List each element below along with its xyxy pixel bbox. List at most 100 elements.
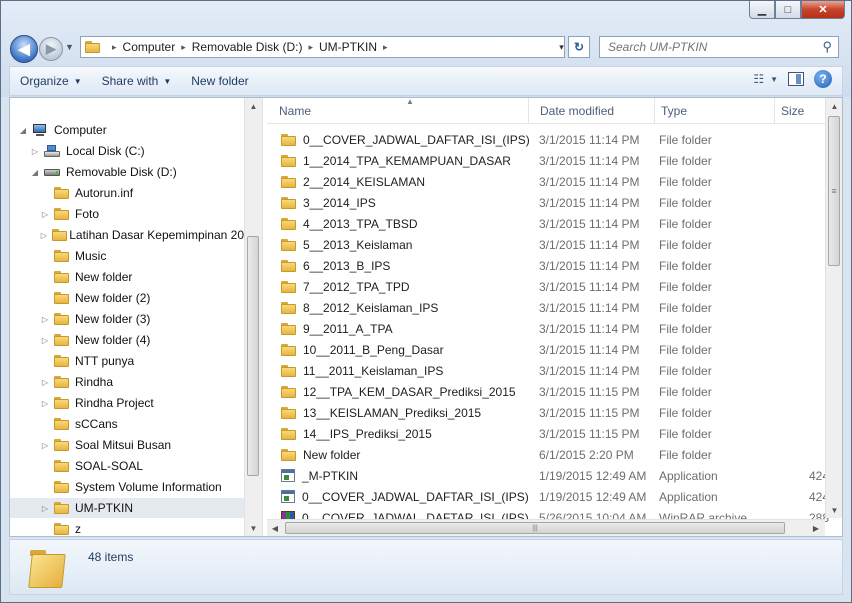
- file-row[interactable]: 3__2014_IPS 3/1/2015 11:14 PM File folder: [267, 192, 827, 213]
- nav-item[interactable]: ▷ Soal Mitsui Busan: [10, 435, 244, 455]
- breadcrumb-um-ptkin[interactable]: UM-PTKIN: [319, 40, 377, 54]
- nav-item[interactable]: ◢ Computer: [10, 120, 244, 140]
- nav-item[interactable]: z: [10, 519, 244, 536]
- scrollbar-thumb[interactable]: ≡: [828, 116, 840, 266]
- scroll-left-arrow[interactable]: ◀: [267, 520, 283, 536]
- nav-item[interactable]: Music: [10, 246, 244, 266]
- nav-item[interactable]: New folder (2): [10, 288, 244, 308]
- file-row[interactable]: 12__TPA_KEM_DASAR_Prediksi_2015 3/1/2015 …: [267, 381, 827, 402]
- nav-item[interactable]: ◢ Removable Disk (D:): [10, 162, 244, 182]
- change-view-button[interactable]: ☷ ▼: [753, 72, 778, 86]
- preview-pane-icon[interactable]: [788, 72, 804, 86]
- address-dropdown[interactable]: ▾: [555, 36, 568, 58]
- share-with-button[interactable]: Share with ▼: [92, 67, 182, 95]
- horizontal-scrollbar-thumb[interactable]: |||: [285, 522, 785, 534]
- expand-toggle-icon[interactable]: ▷: [40, 210, 50, 219]
- scroll-down-arrow[interactable]: ▼: [826, 502, 842, 518]
- file-row[interactable]: 6__2013_B_IPS 3/1/2015 11:14 PM File folde…: [267, 255, 827, 276]
- recent-pages-dropdown[interactable]: ▼: [65, 42, 74, 52]
- breadcrumb-separator[interactable]: ▸: [383, 42, 388, 53]
- expand-toggle-icon[interactable]: ▷: [40, 231, 48, 240]
- file-name-cell: 9__2011_A_TPA: [281, 318, 543, 339]
- file-row[interactable]: 1__2014_TPA_KEMAMPUAN_DASAR 3/1/2015 11:1…: [267, 150, 827, 171]
- file-row[interactable]: 13__KEISLAMAN_Prediksi_2015 3/1/2015 11:1…: [267, 402, 827, 423]
- expand-toggle-icon[interactable]: ▷: [40, 336, 50, 345]
- column-name-label: Name: [279, 103, 312, 118]
- organize-button[interactable]: Organize ▼: [10, 67, 92, 95]
- expand-toggle-icon[interactable]: ▷: [40, 378, 50, 387]
- breadcrumb-separator[interactable]: ▸: [308, 42, 313, 53]
- expand-toggle-icon[interactable]: ▷: [30, 147, 40, 156]
- folder-icon: [54, 460, 69, 472]
- search-box[interactable]: ⚲: [599, 36, 839, 58]
- back-button[interactable]: ◀: [10, 35, 38, 63]
- refresh-button[interactable]: ↻: [568, 36, 590, 58]
- expand-toggle-icon[interactable]: ◢: [30, 168, 40, 177]
- help-icon[interactable]: ?: [814, 70, 832, 88]
- scroll-up-arrow[interactable]: ▲: [245, 98, 262, 114]
- file-name-cell: 2__2014_KEISLAMAN: [281, 171, 543, 192]
- file-list-scrollbar[interactable]: ▲ ≡ ▼: [825, 98, 842, 518]
- nav-item-label: Foto: [75, 207, 100, 221]
- close-button[interactable]: ✕: [801, 1, 845, 19]
- nav-item[interactable]: System Volume Information: [10, 477, 244, 497]
- scroll-up-arrow[interactable]: ▲: [826, 98, 842, 114]
- nav-item[interactable]: sCCans: [10, 414, 244, 434]
- search-input[interactable]: [606, 39, 820, 55]
- nav-item[interactable]: ▷ Rindha: [10, 372, 244, 392]
- column-type[interactable]: Type: [655, 98, 775, 123]
- nav-item[interactable]: ▷ New folder (4): [10, 330, 244, 350]
- file-row[interactable]: _M-PTKIN 1/19/2015 12:49 AM Application 424: [267, 465, 829, 486]
- navigation-scrollbar[interactable]: ▲ ▼: [244, 98, 262, 536]
- nav-item-label: NTT punya: [75, 354, 135, 368]
- file-row[interactable]: 8__2012_Keislaman_IPS 3/1/2015 11:14 PM Fi…: [267, 297, 827, 318]
- breadcrumb-separator[interactable]: ▸: [112, 42, 117, 53]
- breadcrumb-removable-disk[interactable]: Removable Disk (D:): [192, 40, 303, 54]
- maximize-button[interactable]: □: [775, 1, 801, 19]
- scrollbar-thumb[interactable]: [247, 236, 259, 476]
- expand-toggle-icon[interactable]: ▷: [40, 315, 50, 324]
- nav-item[interactable]: ▷ Foto: [10, 204, 244, 224]
- nav-item[interactable]: New folder: [10, 267, 244, 287]
- search-icon[interactable]: ⚲: [822, 39, 832, 55]
- expand-toggle-icon[interactable]: ▷: [40, 399, 50, 408]
- address-bar[interactable]: ▸ Computer ▸ Removable Disk (D:) ▸ UM-PT…: [80, 36, 565, 58]
- new-folder-button[interactable]: New folder: [181, 67, 258, 95]
- file-row[interactable]: 11__2011_Keislaman_IPS 3/1/2015 11:14 PM F…: [267, 360, 827, 381]
- minimize-button[interactable]: ▁: [749, 1, 775, 19]
- nav-item[interactable]: Autorun.inf: [10, 183, 244, 203]
- forward-button[interactable]: ▶: [39, 37, 63, 61]
- file-name-cell: 12__TPA_KEM_DASAR_Prediksi_2015: [281, 381, 543, 402]
- scroll-down-arrow[interactable]: ▼: [245, 520, 262, 536]
- file-row[interactable]: 9__2011_A_TPA 3/1/2015 11:14 PM File folde…: [267, 318, 827, 339]
- breadcrumb-separator[interactable]: ▸: [181, 42, 186, 53]
- nav-item[interactable]: SOAL-SOAL: [10, 456, 244, 476]
- column-date-modified[interactable]: Date modified: [534, 98, 655, 123]
- scroll-right-arrow[interactable]: ▶: [808, 520, 824, 536]
- expand-toggle-icon[interactable]: ▷: [40, 441, 50, 450]
- file-row[interactable]: 0__COVER_JADWAL_DAFTAR_ISI_(IPS) 3/1/2015…: [267, 129, 827, 150]
- file-date-modified: 3/1/2015 11:14 PM: [539, 195, 640, 210]
- nav-item[interactable]: ▷ Latihan Dasar Kepemimpinan 20: [10, 225, 244, 245]
- file-row[interactable]: New folder 6/1/2015 2:20 PM File folder: [267, 444, 827, 465]
- nav-item[interactable]: NTT punya: [10, 351, 244, 371]
- nav-item[interactable]: ▷ UM-PTKIN: [10, 498, 244, 518]
- breadcrumb: ▸ Computer ▸ Removable Disk (D:) ▸ UM-PT…: [106, 40, 394, 54]
- file-row[interactable]: 10__2011_B_Peng_Dasar 3/1/2015 11:14 PM Fi…: [267, 339, 827, 360]
- horizontal-scrollbar[interactable]: ◀ ||| ▶: [267, 519, 825, 536]
- file-type: File folder: [659, 237, 712, 252]
- nav-item[interactable]: ▷ New folder (3): [10, 309, 244, 329]
- file-row[interactable]: 0__COVER_JADWAL_DAFTAR_ISI_(IPS) 1/19/201…: [267, 486, 829, 507]
- file-row[interactable]: 2__2014_KEISLAMAN 3/1/2015 11:14 PM File f…: [267, 171, 827, 192]
- file-row[interactable]: 7__2012_TPA_TPD 3/1/2015 11:14 PM File fol…: [267, 276, 827, 297]
- file-row[interactable]: 4__2013_TPA_TBSD 3/1/2015 11:14 PM File fo…: [267, 213, 827, 234]
- nav-item-label: Rindha: [75, 375, 114, 389]
- expand-toggle-icon[interactable]: ▷: [40, 504, 50, 513]
- nav-item[interactable]: ▷ Rindha Project: [10, 393, 244, 413]
- file-row[interactable]: 14__IPS_Prediksi_2015 3/1/2015 11:15 PM Fi…: [267, 423, 827, 444]
- expand-toggle-icon[interactable]: ◢: [18, 126, 28, 135]
- file-row[interactable]: 5__2013_Keislaman 3/1/2015 11:14 PM File f…: [267, 234, 827, 255]
- nav-item[interactable]: ▷ Local Disk (C:): [10, 141, 244, 161]
- column-name[interactable]: Name ▲: [273, 98, 529, 123]
- breadcrumb-computer[interactable]: Computer: [123, 40, 176, 54]
